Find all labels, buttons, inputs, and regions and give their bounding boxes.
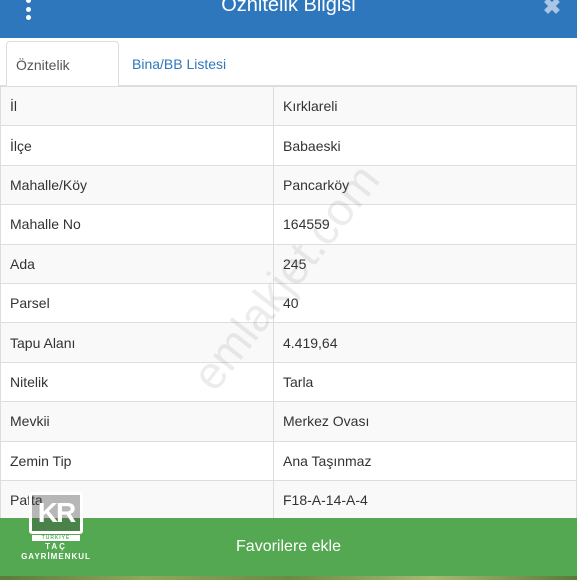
attribute-value: 245: [273, 243, 577, 284]
table-row: Mahalle/Köy Pancarköy: [0, 164, 577, 206]
dialog-header: Öznitelik Bilgisi ✖: [0, 0, 577, 38]
attribute-key: Parsel: [0, 282, 274, 324]
tab-oznitelik-bilgisi[interactable]: Öznitelik Bilgisi: [6, 41, 119, 119]
table-row: Ada 245: [0, 243, 577, 284]
table-row: Tapu Alanı 4.419,64: [0, 322, 577, 363]
table-row: Pafta F18-A-14-A-4: [0, 479, 577, 521]
table-row: Zemin Tip Ana Taşınmaz: [0, 440, 577, 481]
attribute-key: Mevkii: [0, 401, 274, 442]
close-icon[interactable]: ✖: [541, 0, 563, 18]
attribute-key: İl: [0, 85, 274, 127]
table-row: Nitelik Tarla: [0, 361, 577, 403]
attribute-key: Nitelik: [0, 361, 274, 403]
attribute-value: Ana Taşınmaz: [273, 440, 577, 481]
attribute-value: Tarla: [273, 361, 577, 403]
attribute-key: Mahalle No: [0, 204, 274, 245]
attribute-key: Tapu Alanı: [0, 322, 274, 363]
attribute-key: Ada: [0, 243, 274, 284]
attribute-value: 40: [273, 282, 577, 324]
attribute-value: Kırklareli: [273, 85, 577, 127]
attribute-value: F18-A-14-A-4: [273, 479, 577, 521]
attribute-value: 164559: [273, 204, 577, 245]
favorite-button[interactable]: Favorilere ekle: [0, 518, 577, 576]
attribute-key: Pafta: [0, 479, 274, 521]
attribute-key: Mahalle/Köy: [0, 164, 274, 206]
attribute-key: Zemin Tip: [0, 440, 274, 481]
tab-bar: Öznitelik Bilgisi Bina/BB Listesi: [0, 38, 577, 119]
attribute-value: Pancarköy: [273, 164, 577, 206]
table-row: Mevkii Merkez Ovası: [0, 401, 577, 442]
dialog-title: Öznitelik Bilgisi: [221, 0, 356, 16]
table-row: Mahalle No 164559: [0, 204, 577, 245]
attribute-value: 4.419,64: [273, 322, 577, 363]
attribute-value: Merkez Ovası: [273, 401, 577, 442]
tab-bina-bb-listesi[interactable]: Bina/BB Listesi: [123, 41, 235, 87]
attribute-table: İl Kırklareli İlçe Babaeski Mahalle/Köy Panca…: [0, 85, 577, 521]
table-row: İlçe Babaeski: [0, 125, 577, 166]
attribute-key: İlçe: [0, 125, 274, 166]
table-row: Parsel 40: [0, 282, 577, 324]
attribute-value: Babaeski: [273, 125, 577, 166]
background-strip: [0, 576, 577, 580]
table-row: İl Kırklareli: [0, 85, 577, 127]
